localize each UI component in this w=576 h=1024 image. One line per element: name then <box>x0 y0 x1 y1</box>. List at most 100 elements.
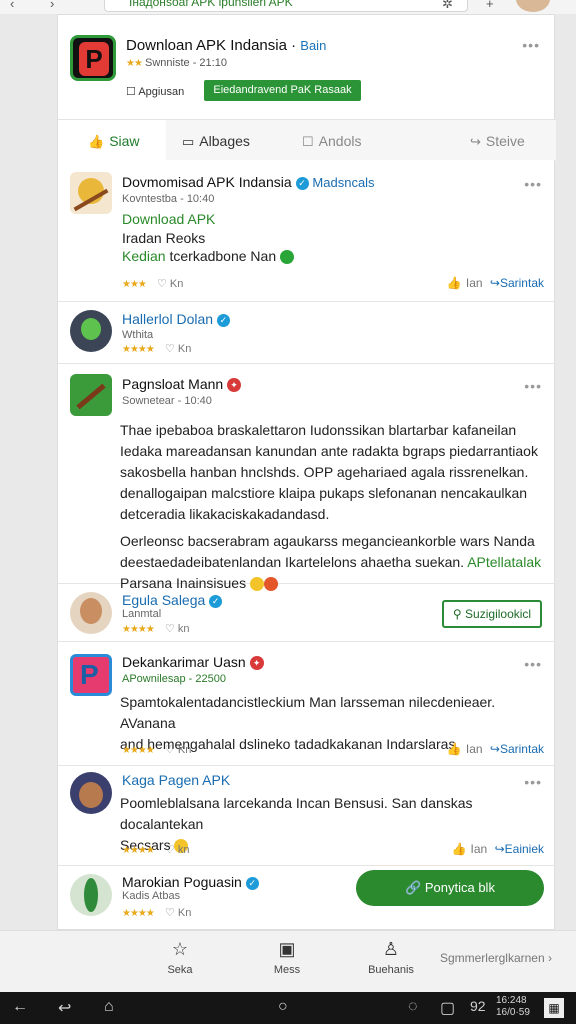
tab-andols[interactable]: ☐ Andols <box>302 120 412 162</box>
thumb-icon[interactable]: 👍 <box>447 276 462 290</box>
post-item: Egula Salega ✓ Lanmtal ★★★★ ♡ kn ⚲ Suzig… <box>58 584 556 642</box>
post-actions: 👍 Ian ↪Sarintak <box>446 742 544 756</box>
status-number: 92 <box>470 998 486 1014</box>
share-icon: ↪ <box>489 742 500 756</box>
smile-emoji-icon <box>280 250 295 265</box>
extension-icon[interactable]: ✲ <box>442 0 453 12</box>
url-bar[interactable]: Інадонsoaf APK ipunsiieri APK <box>104 0 468 12</box>
post-item: Marokian Poguasin ✓ Kadis Atbas ★★★★ ♡ K… <box>58 866 556 930</box>
star-icon: ★★★★ <box>122 845 155 856</box>
post-footer: ★★★★ ♡ Kn <box>122 343 192 355</box>
primary-action-button[interactable]: Eiedandravend PaK Rasaak <box>204 80 361 101</box>
qr-icon[interactable]: ▦ <box>544 998 564 1018</box>
share-link[interactable]: Sarintak <box>500 742 544 756</box>
more-options-icon[interactable]: ••• <box>524 378 542 394</box>
like-icon[interactable]: ♡ <box>165 744 175 756</box>
sync-icon: ◌ <box>408 998 418 1015</box>
forward-icon[interactable]: › <box>50 0 54 11</box>
thumb-icon[interactable]: 👍 <box>447 742 462 756</box>
post-item: P Dekankarimar Uasn ✦ ••• APownilesap - … <box>58 642 556 766</box>
post-meta: Sownetear - 10:40 <box>122 395 212 407</box>
star-icon: ★★★★ <box>122 745 155 756</box>
more-options-icon[interactable]: ••• <box>524 176 542 192</box>
home-icon[interactable]: ⌂ <box>104 998 114 1016</box>
thumb-icon[interactable]: 👍 <box>452 842 467 856</box>
verified-icon: ✓ <box>216 313 230 327</box>
more-options-icon[interactable]: ••• <box>522 37 540 53</box>
circle-home-icon[interactable]: ○ <box>278 998 288 1016</box>
post-avatar <box>70 172 112 214</box>
post-line: Iradan Reoks <box>122 230 206 246</box>
post-author[interactable]: Marokian Poguasin ✓ <box>122 874 259 890</box>
post-author[interactable]: Kaga Pagen APK <box>122 772 230 788</box>
post-line: Kedian tcerkadbone Nan <box>122 248 295 265</box>
tab-bar: 👍 Siaw ▭ Albages ☐ Andols ↪ Steive <box>58 119 556 162</box>
checkbox-icon: ☐ <box>302 134 314 149</box>
share-icon: ↪ <box>470 134 481 149</box>
post-author[interactable]: Hallerlol Dolan ✓ <box>122 311 230 327</box>
badge-icon: ✦ <box>227 378 242 393</box>
badge-icon: ✦ <box>249 656 264 671</box>
post-footer: ★★★★ ♡ Kn <box>122 907 192 919</box>
post-footer: ★★★ ♡ Kn <box>122 278 184 290</box>
post-line[interactable]: Download APK <box>122 211 215 227</box>
back-arrow-icon[interactable]: ← <box>12 998 28 1016</box>
nav-more-link[interactable]: Sgmmerlerglkarnen › <box>440 951 552 965</box>
browser-toolbar: ‹ › Інадонsoaf APK ipunsiieri APK ✲ + <box>0 0 576 14</box>
like-icon[interactable]: ♡ <box>157 278 167 290</box>
post-item: Hallerlol Dolan ✓ Wthita ★★★★ ♡ Kn <box>58 302 556 364</box>
back-icon[interactable]: ‹ <box>10 0 14 11</box>
share-link[interactable]: Eainiek <box>505 842 544 856</box>
post-avatar <box>70 374 112 416</box>
new-tab-icon[interactable]: + <box>486 0 494 11</box>
link-icon: 🔗 <box>405 880 422 895</box>
download-button[interactable]: 🔗 Ponytica blk <box>356 870 544 906</box>
post-author[interactable]: Dekankarimar Uasn ✦ <box>122 654 264 671</box>
star-icon: ★★★ <box>122 279 147 290</box>
share-icon: ↪ <box>489 276 500 290</box>
post-tag[interactable]: Madsncals <box>312 175 374 190</box>
comment-icon: ▭ <box>182 134 195 149</box>
system-bar: ← ↩ ⌂ ○ ◌ ▢ 92 16:248 16/0·59 ▦ <box>0 992 576 1024</box>
url-text: Інадонsoaf APK ipunsiieri APK <box>129 0 293 9</box>
share-icon: ↪ <box>494 842 505 856</box>
undo-icon[interactable]: ↩ <box>58 998 71 1018</box>
star-icon: ★★ <box>126 58 143 69</box>
nav-seka[interactable]: ☆ Seka <box>145 939 215 976</box>
post-link[interactable]: APtellatalak <box>467 554 541 570</box>
post-author[interactable]: Egula Salega ✓ <box>122 592 223 608</box>
post-meta: APownilesap - 22500 <box>122 673 226 685</box>
share-link[interactable]: Sarintak <box>500 276 544 290</box>
tab-siaw[interactable]: 👍 Siaw <box>58 120 166 162</box>
nav-mess[interactable]: ▣ Mess <box>252 939 322 976</box>
star-icon: ★★★★ <box>122 908 155 919</box>
star-icon: ★★★★ <box>122 624 155 635</box>
post-actions: 👍 Ian ↪Sarintak <box>446 276 544 290</box>
post-footer: ★★★★ ♡ kn <box>122 844 190 856</box>
tab-steive[interactable]: ↪ Steive <box>470 120 556 162</box>
clock: 16:248 16/0·59 <box>496 995 530 1018</box>
star-icon: ☆ <box>171 939 189 959</box>
more-options-icon[interactable]: ••• <box>524 774 542 790</box>
like-icon[interactable]: ♡ <box>165 623 175 635</box>
app-rating: ★★ Swnniste - 21:10 <box>126 57 227 69</box>
verified-icon: ✓ <box>295 176 309 190</box>
more-options-icon[interactable]: ••• <box>524 656 542 672</box>
bottom-nav: ☆ Seka ▣ Mess ♙ Buehanis Sgmmerlerglkarnen … <box>0 930 576 992</box>
post-author[interactable]: Dovmomisad APK Indansia ✓ Madsncals <box>122 174 375 190</box>
post-avatar: P <box>70 654 112 696</box>
like-icon[interactable]: ♡ <box>165 844 175 856</box>
publisher-link[interactable]: Bain <box>300 38 326 53</box>
recent-apps-icon[interactable]: ▢ <box>440 998 455 1018</box>
post-avatar <box>70 592 112 634</box>
post-author[interactable]: Pagnsloat Mann ✦ <box>122 376 242 393</box>
post-body: Thae ipebaboa braskalettaron Iudonssikan… <box>120 422 542 592</box>
follow-button[interactable]: ⚲ Suzigilookicl <box>442 600 542 628</box>
post-avatar <box>70 772 112 814</box>
tab-albages[interactable]: ▭ Albages <box>182 120 292 162</box>
like-icon[interactable]: ♡ <box>165 343 175 355</box>
profile-avatar[interactable] <box>516 0 550 12</box>
like-icon[interactable]: ♡ <box>165 907 175 919</box>
nav-buehanis[interactable]: ♙ Buehanis <box>356 939 426 976</box>
post-footer: ★★★★ ♡ Kn <box>122 744 192 756</box>
